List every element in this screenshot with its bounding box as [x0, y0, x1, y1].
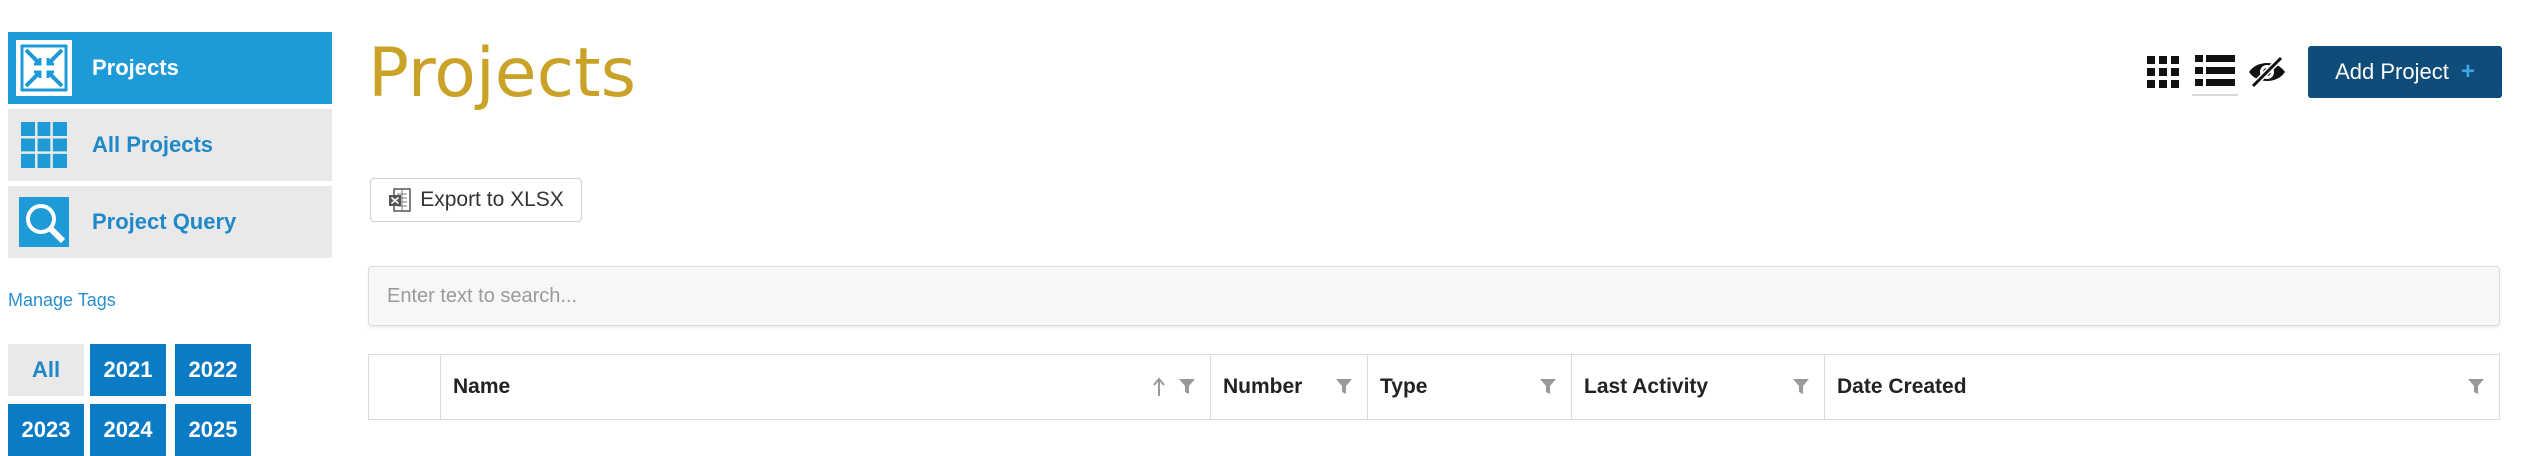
- column-header-label: Number: [1223, 375, 1303, 398]
- manage-tags-link[interactable]: Manage Tags: [8, 290, 116, 311]
- grid-icon: [16, 117, 72, 173]
- filter-icon[interactable]: [1539, 377, 1557, 401]
- tag-2023[interactable]: 2023: [8, 404, 84, 456]
- search-input[interactable]: [368, 266, 2500, 326]
- column-header-label: Date Created: [1837, 375, 1967, 398]
- column-header-name[interactable]: Name: [441, 355, 1211, 419]
- column-header-label: Name: [453, 375, 511, 398]
- sidebar-item-label: All Projects: [92, 132, 214, 157]
- export-label: Export to XLSX: [420, 188, 564, 211]
- tag-2021[interactable]: 2021: [90, 344, 166, 396]
- column-header-type[interactable]: Type: [1368, 355, 1572, 419]
- filter-icon[interactable]: [1792, 377, 1810, 401]
- list-view-icon[interactable]: [2192, 48, 2238, 96]
- tag-2025[interactable]: 2025: [175, 404, 251, 456]
- sidebar-item-project-query[interactable]: Project Query: [8, 186, 332, 258]
- spreadsheet-icon: [388, 188, 412, 212]
- search-icon: [16, 194, 72, 250]
- table-header: Name Number Type Last Activity Date Crea…: [368, 354, 2500, 420]
- tag-all[interactable]: All: [8, 344, 84, 396]
- sidebar: Projects All Projects Project Query Mana…: [8, 32, 332, 456]
- column-header-select: [369, 355, 441, 419]
- sidebar-item-label: Projects: [92, 55, 179, 80]
- sidebar-item-all-projects[interactable]: All Projects: [8, 109, 332, 181]
- column-header-label: Last Activity: [1584, 375, 1709, 398]
- add-project-label: Add Project: [2335, 59, 2449, 84]
- sidebar-item-label: Project Query: [92, 209, 237, 234]
- hide-eye-icon[interactable]: [2244, 49, 2290, 95]
- filter-icon[interactable]: [1178, 377, 1196, 401]
- projects-icon: [16, 40, 72, 96]
- sort-asc-icon[interactable]: [1152, 377, 1166, 403]
- column-header-number[interactable]: Number: [1211, 355, 1368, 419]
- column-header-date-created[interactable]: Date Created: [1825, 355, 2499, 419]
- page-title: Projects: [368, 34, 637, 113]
- sidebar-item-projects[interactable]: Projects: [8, 32, 332, 104]
- view-toggle: [2140, 48, 2296, 96]
- tag-2024[interactable]: 2024: [90, 404, 166, 456]
- add-project-button[interactable]: Add Project +: [2308, 46, 2502, 98]
- filter-icon[interactable]: [2467, 377, 2485, 401]
- plus-icon: +: [2460, 58, 2475, 85]
- column-header-last-activity[interactable]: Last Activity: [1572, 355, 1825, 419]
- export-xlsx-button[interactable]: Export to XLSX: [370, 178, 582, 222]
- filter-icon[interactable]: [1335, 377, 1353, 401]
- grid-view-icon[interactable]: [2140, 49, 2186, 95]
- column-header-label: Type: [1380, 375, 1428, 398]
- tag-2022[interactable]: 2022: [175, 344, 251, 396]
